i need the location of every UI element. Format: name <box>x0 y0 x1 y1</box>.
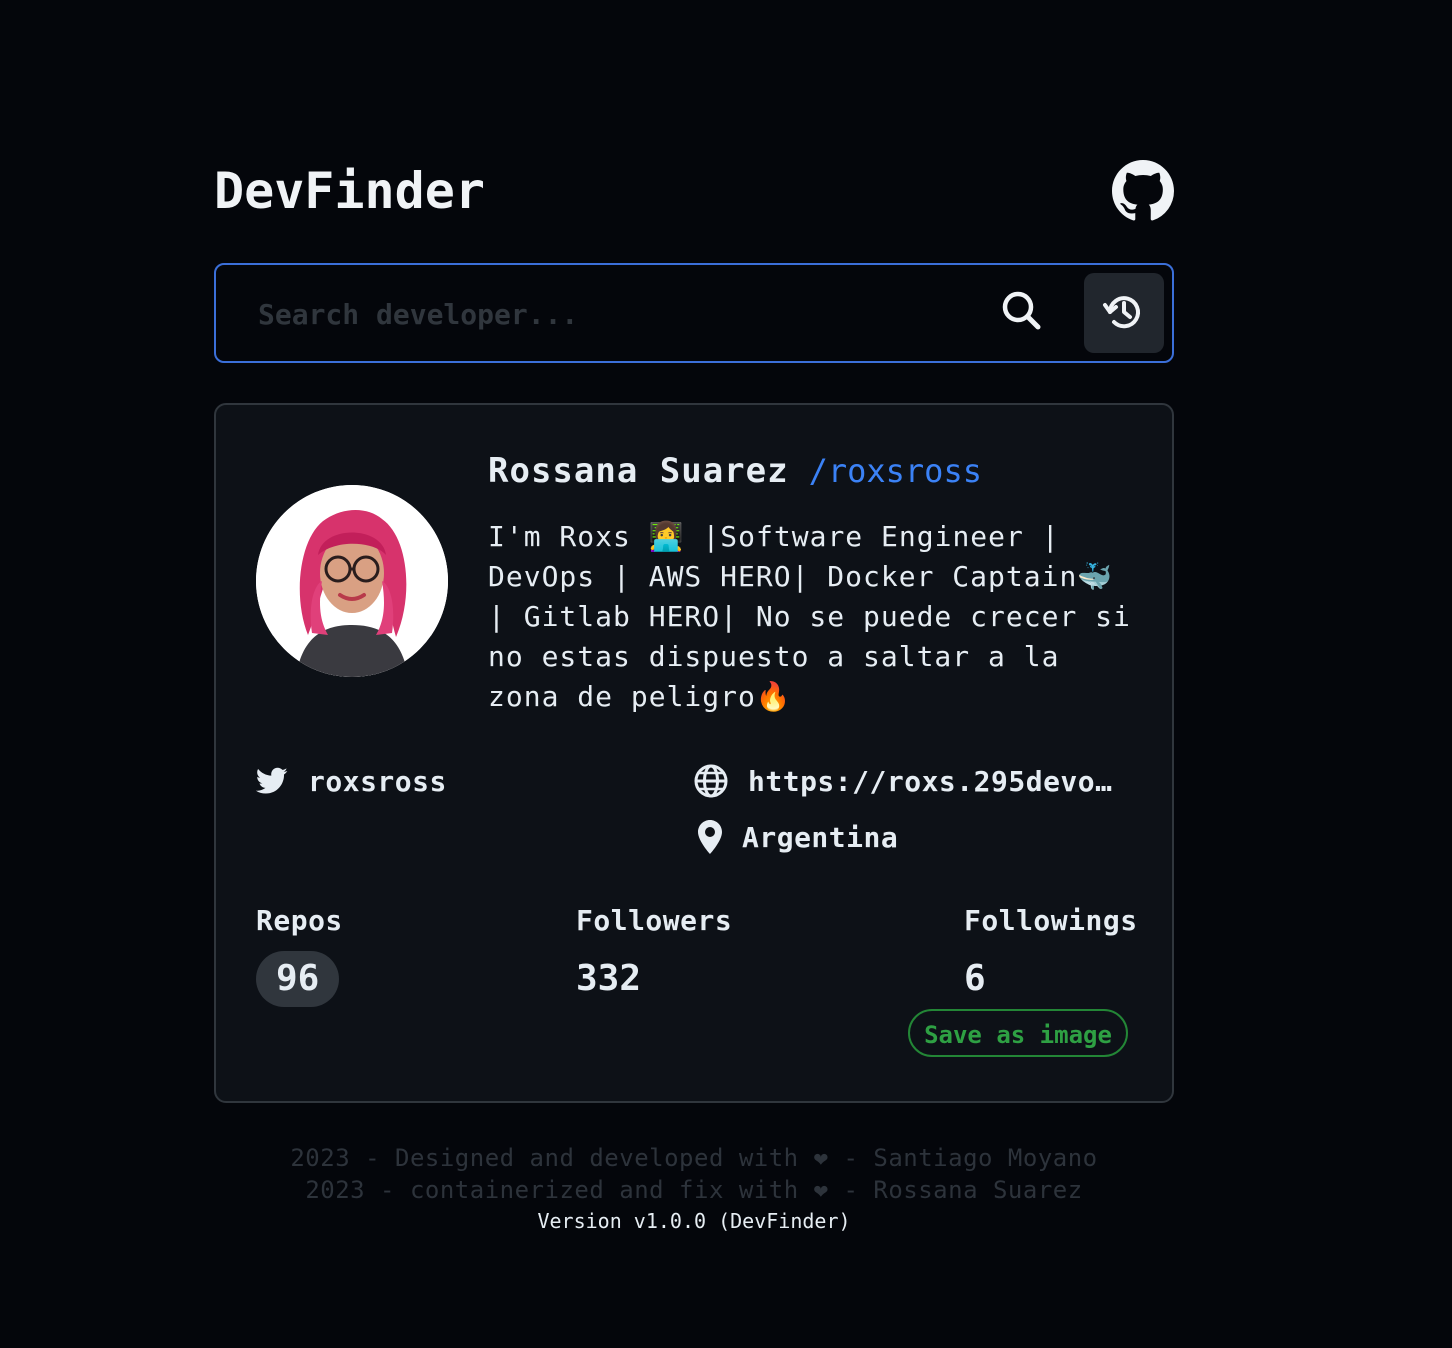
profile-card: Rossana Suarez/roxsross I'm Roxs 👩‍💻 |So… <box>214 403 1174 1103</box>
followers-count: 332 <box>576 958 642 999</box>
stat-repos: Repos 96 <box>256 903 343 1007</box>
version-text: Version v1.0.0 (DevFinder) <box>537 1209 851 1233</box>
user-bio: I'm Roxs 👩‍💻 |Software Engineer | DevOps… <box>488 520 1131 713</box>
globe-icon <box>694 764 728 798</box>
repos-label: Repos <box>256 904 343 937</box>
app-title: DevFinder <box>214 162 485 220</box>
following-count: 6 <box>964 958 986 999</box>
repos-count: 96 <box>256 951 340 1007</box>
twitter-icon <box>256 767 288 794</box>
twitter-handle: roxsross <box>308 764 447 798</box>
followers-label: Followers <box>576 904 733 937</box>
page: DevFinder Search developer... Rossana Su… <box>0 0 1452 1348</box>
github-icon[interactable] <box>1112 160 1174 222</box>
history-icon <box>1103 296 1140 329</box>
stat-followers: Followers 332 <box>576 903 732 1007</box>
blog-link[interactable]: https://roxs.295devops.com <box>748 765 1120 798</box>
footer: 2023 - Designed and developed with ❤ - S… <box>0 1142 1388 1236</box>
search-icon[interactable] <box>998 287 1046 335</box>
avatar <box>256 485 448 677</box>
user-login-link[interactable]: /roxsross <box>809 452 982 490</box>
footer-credit-1: 2023 - Designed and developed with ❤ - S… <box>290 1144 1098 1172</box>
name-row: Rossana Suarez/roxsross <box>488 451 982 497</box>
following-label: Followings <box>964 904 1138 937</box>
stat-following: Followings 6 <box>964 903 1138 1007</box>
location-item: Argentina <box>694 817 898 857</box>
footer-credit-2: 2023 - containerized and fix with ❤ - Ro… <box>305 1176 1083 1204</box>
history-button[interactable] <box>1084 273 1164 353</box>
location-text: Argentina <box>742 820 899 854</box>
twitter-item[interactable]: roxsross <box>256 761 447 801</box>
user-name: Rossana Suarez <box>488 451 789 491</box>
search-input[interactable] <box>256 283 980 345</box>
search-bar <box>214 263 1174 363</box>
location-pin-icon <box>698 820 722 854</box>
header: DevFinder <box>214 158 1174 224</box>
save-as-image-button[interactable]: Save as image <box>908 1009 1128 1057</box>
blog-item[interactable]: https://roxs.295devops.com <box>694 761 1124 801</box>
